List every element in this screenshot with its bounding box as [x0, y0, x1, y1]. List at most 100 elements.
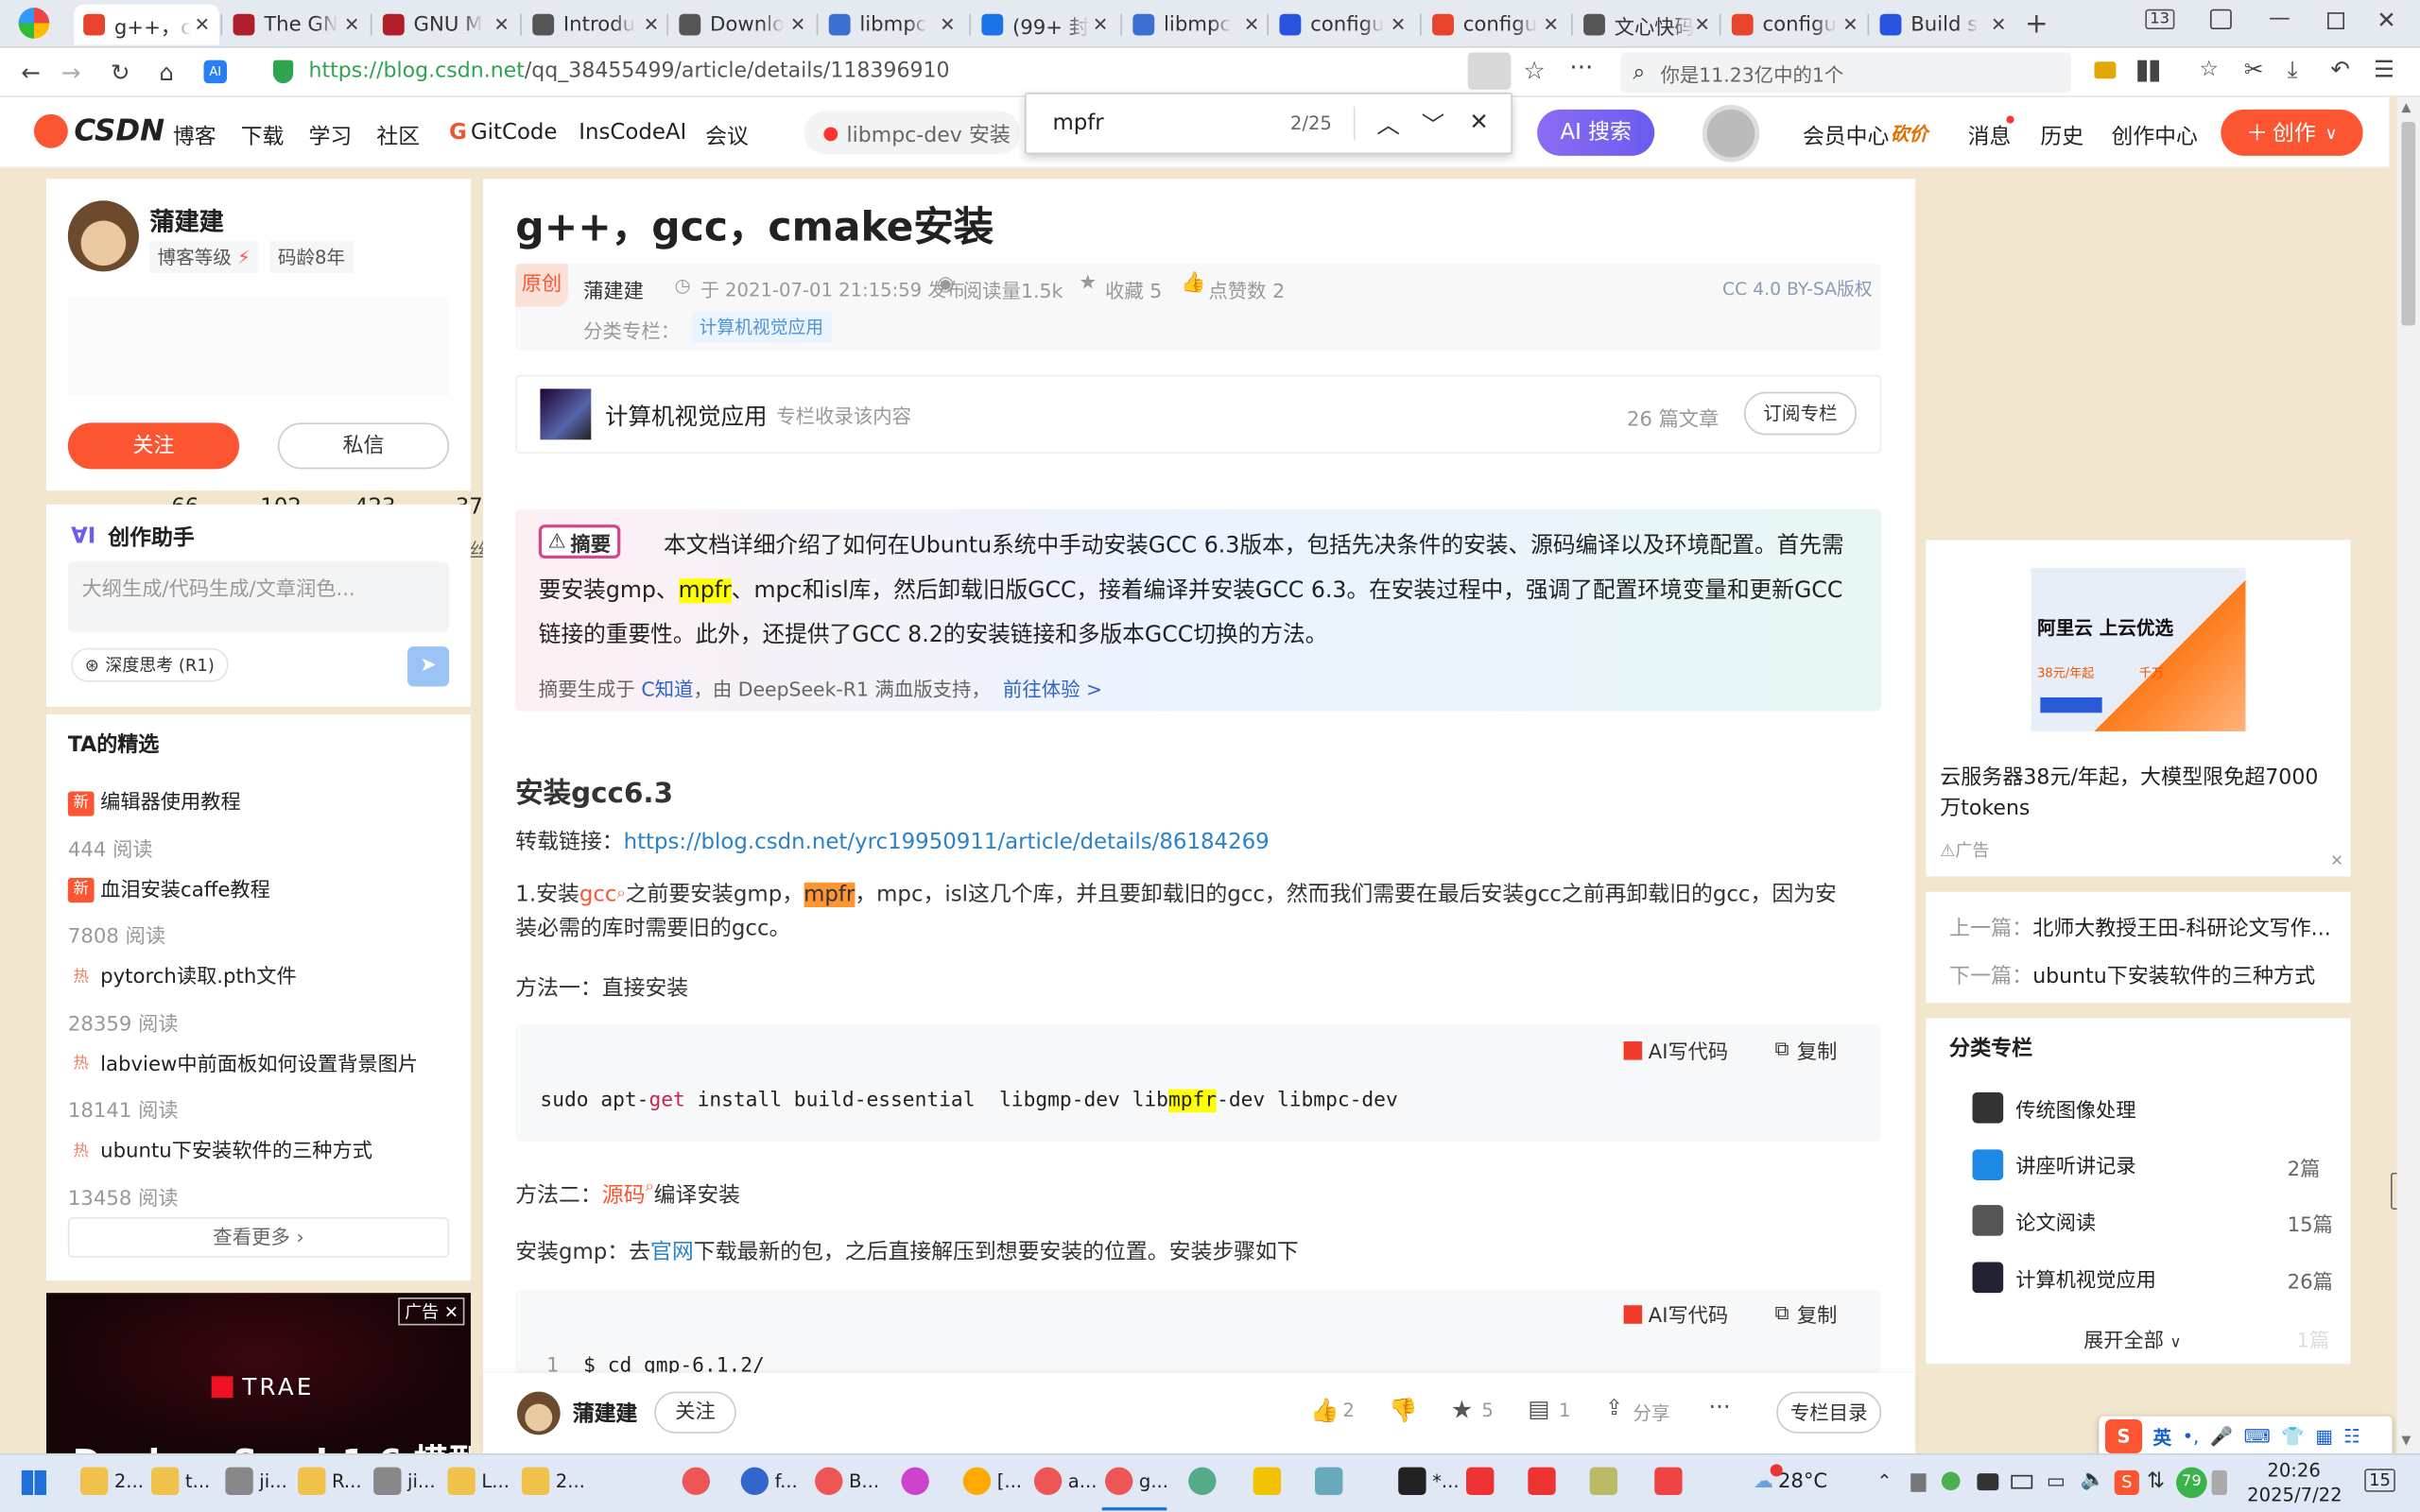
tab-count-badge[interactable]: 13	[2145, 9, 2174, 30]
picks-item[interactable]: 热 labview中前面板如何设置背景图片 18141 阅读	[67, 1047, 418, 1124]
column-name[interactable]: 计算机视觉应用	[605, 400, 767, 432]
minimize-button[interactable]: —	[2269, 7, 2290, 31]
category-item[interactable]: 论文阅读	[1972, 1205, 2096, 1237]
category-item[interactable]: 计算机视觉应用	[1972, 1262, 2156, 1294]
star-fav-icon[interactable]: ★	[1079, 271, 1097, 294]
close-tab-icon[interactable]: ✕	[344, 14, 359, 36]
url-field[interactable]: https://blog.csdn.net/qq_38455499/articl…	[309, 59, 950, 83]
thumbs-up-icon[interactable]: 👍	[1181, 271, 1205, 294]
ai-search-button[interactable]: AI 搜索	[1537, 109, 1655, 156]
taskbar-app[interactable]: 2...	[79, 1467, 144, 1496]
taskbar-app[interactable]: ji...	[225, 1467, 287, 1496]
browser-tab[interactable]: configu ✕	[1423, 5, 1567, 44]
apps-grid-icon[interactable]	[2137, 60, 2160, 82]
source-link[interactable]: 源码	[602, 1183, 646, 1208]
weather-widget[interactable]: ☁ 28°C	[1754, 1470, 1828, 1493]
gcc-link[interactable]: gcc	[579, 883, 617, 907]
browser-tab[interactable]: libmpc ✕	[820, 5, 964, 44]
picks-item[interactable]: 热 pytorch读取.pth文件 28359 阅读	[67, 960, 297, 1036]
ad-text[interactable]: 云服务器38元/年起，大模型限免超7000万tokens	[1940, 763, 2333, 824]
share-icon[interactable]: ⇪	[1605, 1397, 1623, 1421]
tray-icon[interactable]	[1977, 1473, 1999, 1491]
deep-think-toggle[interactable]: ⊛ 深度思考 (R1)	[71, 647, 229, 682]
assistant-input[interactable]: 大纲生成/代码生成/文章润色...	[67, 561, 450, 633]
create-button[interactable]: ＋创作 ∨	[2221, 109, 2363, 156]
taskbar-app[interactable]	[1188, 1467, 1222, 1496]
scrollbar-down-arrow[interactable]: ▼	[2401, 1434, 2411, 1448]
taskbar-app[interactable]: B...	[815, 1467, 879, 1496]
network-icon[interactable]: ▭	[2047, 1470, 2066, 1493]
nav-vip-center[interactable]: 会员中心	[1803, 120, 1889, 151]
taskbar-app[interactable]	[682, 1467, 717, 1496]
close-tab-icon[interactable]: ✕	[1093, 14, 1108, 36]
like-icon[interactable]: 👍	[1310, 1397, 1340, 1424]
category-item[interactable]: 传统图像处理	[1972, 1091, 2136, 1124]
nav-community[interactable]: 社区	[376, 120, 420, 151]
close-tab-icon[interactable]: ✕	[1695, 14, 1710, 36]
tray-icon[interactable]: ⇅	[2147, 1469, 2165, 1493]
volume-icon[interactable]: 🔈	[2081, 1469, 2105, 1491]
page-search-icon[interactable]	[1467, 52, 1512, 90]
new-tab-button[interactable]: +	[2025, 8, 2048, 40]
meta-favs[interactable]: 收藏 5	[1105, 275, 1162, 304]
close-tab-icon[interactable]: ✕	[790, 14, 805, 36]
ad-close-icon[interactable]: ✕	[2330, 853, 2343, 870]
find-next-icon[interactable]: ﹀	[1422, 108, 1445, 140]
close-tab-icon[interactable]: ✕	[1842, 14, 1858, 36]
browser-tab[interactable]: 文心快码 ✕	[1574, 5, 1719, 44]
undo-icon[interactable]: ↶	[2330, 56, 2350, 83]
taskbar-app[interactable]: *...	[1398, 1467, 1460, 1496]
vip-badge[interactable]: 砍价	[1891, 120, 1927, 146]
find-close-icon[interactable]: ✕	[1469, 108, 1489, 135]
browser-search-box[interactable]: ⌕ 你是11.23亿中的1个	[1620, 52, 2072, 93]
author-avatar[interactable]	[67, 200, 139, 272]
clock-date[interactable]: 2025/7/22	[2247, 1485, 2342, 1506]
category-tag[interactable]: 计算机视觉应用	[691, 311, 832, 343]
favorites-list-icon[interactable]: ☆	[2200, 57, 2220, 81]
tray-icon[interactable]	[2211, 1469, 2227, 1496]
csdn-logo[interactable]: CSDN	[33, 113, 164, 148]
taskbar-app[interactable]	[1315, 1467, 1349, 1496]
category-item[interactable]: 讲座听讲记录	[1972, 1148, 2136, 1180]
taskbar-app[interactable]: L...	[447, 1467, 510, 1496]
taskbar-app[interactable]: ji...	[373, 1467, 436, 1496]
site-search-input[interactable]: ● libmpc-dev 安装	[804, 111, 1021, 155]
secure-shield-icon[interactable]	[272, 60, 294, 84]
next-article-link[interactable]: 下一篇：ubuntu下安装软件的三种方式	[1949, 958, 2315, 988]
nav-conference[interactable]: 会议	[705, 120, 749, 151]
restore-button[interactable]	[2327, 12, 2344, 30]
start-windows-icon[interactable]	[21, 1469, 46, 1496]
forward-icon[interactable]: →	[56, 57, 87, 88]
more-icon[interactable]: ···	[1708, 1393, 1730, 1420]
taskbar-app[interactable]	[1253, 1467, 1288, 1496]
close-tab-icon[interactable]: ✕	[644, 14, 659, 36]
copy-button[interactable]: ⧉ 复制	[1775, 1299, 1838, 1329]
taskbar-app[interactable]	[1589, 1467, 1624, 1496]
close-tab-icon[interactable]: ✕	[1991, 14, 2006, 36]
right-ad[interactable]: 阿里云 上云优选 38元/年起 千万 云服务器38元/年起，大模型限免超7000…	[1926, 540, 2351, 877]
close-tab-icon[interactable]: ✕	[940, 14, 955, 36]
browser-tab[interactable]: configu ✕	[1722, 5, 1867, 44]
meta-likes[interactable]: 点赞数 2	[1208, 275, 1285, 304]
close-tab-icon[interactable]: ✕	[1244, 14, 1259, 36]
license-link[interactable]: CC 4.0 BY-SA版权	[1722, 276, 1873, 301]
close-window-button[interactable]: ✕	[2377, 7, 2396, 34]
page-scrollbar[interactable]: ▲ ▼	[2396, 96, 2420, 1453]
battery-icon[interactable]	[2011, 1474, 2033, 1489]
bottom-author-name[interactable]: 蒲建建	[573, 1398, 638, 1429]
nav-blog[interactable]: 博客	[173, 120, 216, 151]
subscribe-column-button[interactable]: 订阅专栏	[1743, 391, 1858, 436]
try-link[interactable]: 前往体验 >	[1003, 678, 1102, 700]
back-icon[interactable]: ←	[15, 57, 46, 88]
taskbar-app[interactable]	[1466, 1467, 1500, 1496]
menu-icon[interactable]: ☰	[2374, 56, 2394, 83]
nav-messages[interactable]: 消息	[1968, 120, 2012, 151]
left-ad[interactable]: 广告 ✕ TRAE Doubao-Seed-1.6 模型	[45, 1293, 471, 1453]
browser-tab[interactable]: libmpc ✕	[1124, 5, 1269, 44]
browser-tab[interactable]: The GN ✕	[224, 5, 369, 44]
scrollbar-up-arrow[interactable]: ▲	[2401, 100, 2411, 114]
dislike-icon[interactable]: 👎	[1389, 1397, 1418, 1424]
see-more-button[interactable]: 查看更多 ›	[67, 1217, 450, 1258]
tray-badge[interactable]: 79	[2176, 1467, 2207, 1499]
star-icon[interactable]: ☆	[1523, 56, 1545, 85]
